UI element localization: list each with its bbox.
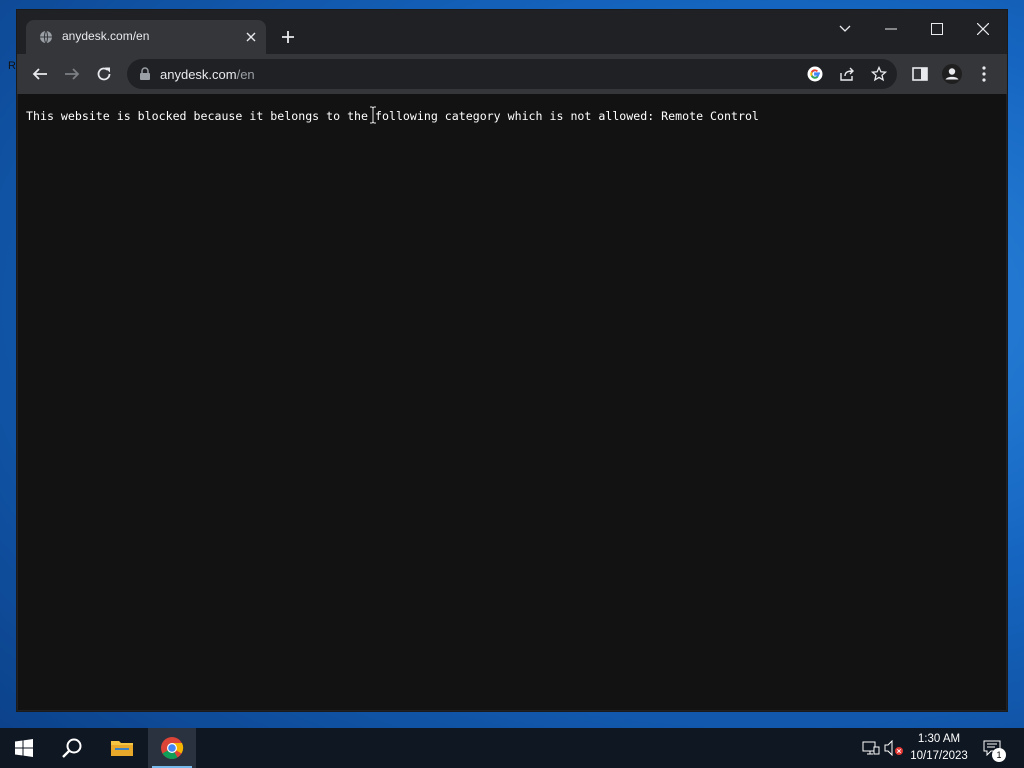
taskbar: 1:30 AM 10/17/2023 xyxy=(0,728,1024,768)
blocked-message: This website is blocked because it belon… xyxy=(26,109,759,123)
browser-toolbar: anydesk.com/en xyxy=(17,54,1007,94)
search-button[interactable] xyxy=(48,728,96,768)
network-icon[interactable] xyxy=(861,738,881,758)
reload-button[interactable] xyxy=(92,62,116,86)
lock-icon[interactable] xyxy=(139,67,151,81)
notification-count-badge: 1 xyxy=(992,748,1006,762)
address-bar[interactable]: anydesk.com/en xyxy=(127,59,897,89)
clock-time: 1:30 AM xyxy=(917,733,961,745)
minimize-button[interactable] xyxy=(868,14,914,44)
tab-anydesk[interactable]: anydesk.com/en xyxy=(26,20,266,54)
file-explorer-button[interactable] xyxy=(98,728,146,768)
title-bar: anydesk.com/en xyxy=(17,10,1007,54)
browser-window: anydesk.com/en anydesk.com/en This websi… xyxy=(17,10,1007,711)
chrome-taskbar-button[interactable] xyxy=(148,728,196,768)
url-host: anydesk.com xyxy=(160,67,237,82)
system-clock[interactable]: 1:30 AM 10/17/2023 xyxy=(904,731,974,765)
url-path: /en xyxy=(236,67,255,82)
globe-icon xyxy=(39,30,53,44)
maximize-button[interactable] xyxy=(914,14,960,44)
close-window-button[interactable] xyxy=(960,14,1006,44)
back-button[interactable] xyxy=(28,62,52,86)
tab-search-chevron-icon[interactable] xyxy=(822,14,868,44)
desktop-label: R xyxy=(8,60,16,72)
start-button[interactable] xyxy=(0,728,48,768)
side-panel-button[interactable] xyxy=(908,62,932,86)
url-text[interactable]: anydesk.com/en xyxy=(160,67,255,82)
profile-avatar[interactable] xyxy=(940,62,964,86)
close-tab-icon[interactable] xyxy=(242,28,260,46)
share-icon[interactable] xyxy=(836,63,858,85)
forward-button[interactable] xyxy=(60,62,84,86)
text-cursor-icon xyxy=(368,106,378,124)
bookmark-star-icon[interactable] xyxy=(868,63,890,85)
google-icon[interactable] xyxy=(804,63,826,85)
volume-muted-icon[interactable] xyxy=(884,738,904,758)
clock-date: 10/17/2023 xyxy=(910,750,968,762)
page-content: This website is blocked because it belon… xyxy=(18,94,1006,710)
more-menu-icon[interactable] xyxy=(972,62,996,86)
new-tab-button[interactable] xyxy=(277,26,299,48)
tab-title: anydesk.com/en xyxy=(62,29,150,43)
